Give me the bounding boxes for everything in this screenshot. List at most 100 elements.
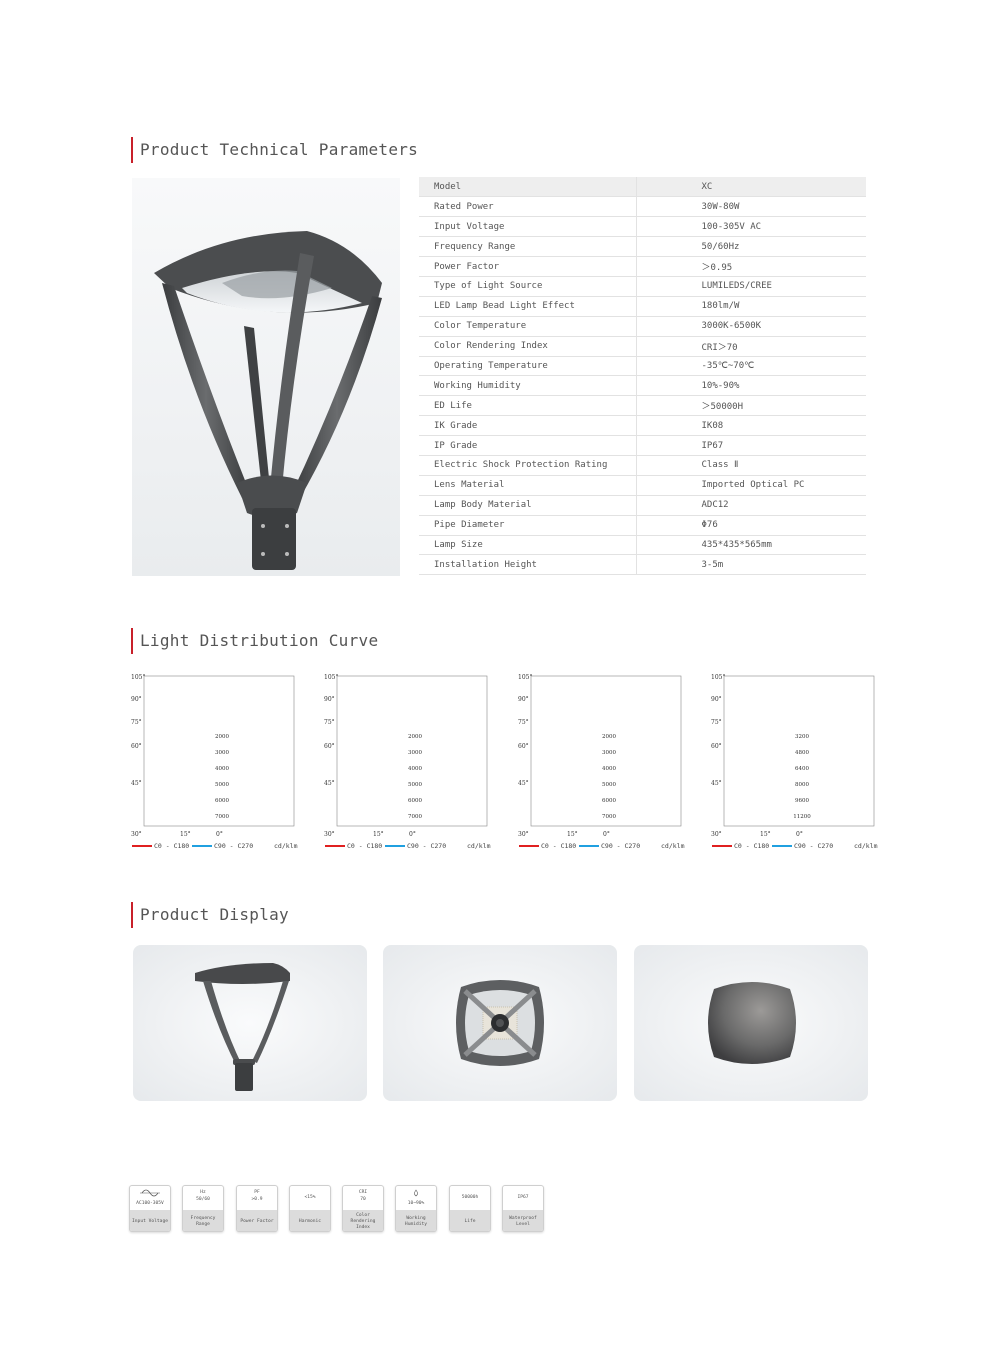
unit-label: cd/klm xyxy=(661,842,685,850)
angle-label: 0° xyxy=(603,831,610,838)
spec-key: Input Voltage xyxy=(419,216,636,238)
radial-tick-label: 7000 xyxy=(408,814,422,820)
feature-badge: PF >0.9 Power Factor xyxy=(236,1185,278,1232)
spec-value: Φ76 xyxy=(635,515,866,536)
angle-label: 60° xyxy=(518,743,529,750)
legend-swatch-c90 xyxy=(579,845,599,847)
feature-value: CRI 70 xyxy=(343,1186,383,1210)
legend-label-c0: C0 - C180 xyxy=(154,842,190,850)
angle-label: 90° xyxy=(711,696,722,703)
feature-value: AC100-305V xyxy=(130,1186,170,1210)
spec-key: Installation Height xyxy=(419,554,636,576)
distribution-curve-2: 2000 3000 4000 5000 6000 7000 105° 90° 75° 60° 45°… xyxy=(323,672,493,857)
feature-value: PF >0.9 xyxy=(237,1186,277,1210)
unit-label: cd/klm xyxy=(854,842,878,850)
angle-label: 75° xyxy=(131,719,142,726)
radial-tick-label: 11200 xyxy=(793,814,811,820)
radial-tick-label: 2000 xyxy=(215,734,229,740)
lamp-bottom-view-image xyxy=(456,980,544,1066)
spec-key: Model xyxy=(419,177,636,198)
spec-value: CRI＞70 xyxy=(635,336,866,357)
spec-row: Pipe Diameter Φ76 xyxy=(419,515,866,536)
spec-key: IK Grade xyxy=(419,415,636,437)
spec-key: LED Lamp Bead Light Effect xyxy=(419,296,636,317)
spec-key: Pipe Diameter xyxy=(419,515,636,536)
angle-label: 45° xyxy=(711,780,722,787)
spec-key: Color Temperature xyxy=(419,316,636,337)
spec-key: Electric Shock Protection Rating xyxy=(419,455,636,476)
radial-tick-label: 6000 xyxy=(408,798,422,804)
spec-row: ED Life ＞50000H xyxy=(419,395,866,417)
spec-value: IP67 xyxy=(635,435,866,456)
spec-key: Rated Power xyxy=(419,196,636,218)
feature-label: Waterproof Level xyxy=(503,1210,543,1231)
radial-tick-label: 4000 xyxy=(408,766,422,772)
legend-swatch-c0 xyxy=(325,845,345,847)
feature-value: IP67 xyxy=(503,1186,543,1210)
angle-label: 90° xyxy=(518,696,529,703)
feature-value-line: <15% xyxy=(304,1195,316,1200)
feature-badge: <15% Harmonic xyxy=(289,1185,331,1232)
spec-key: IP Grade xyxy=(419,435,636,456)
legend-label-c0: C0 - C180 xyxy=(347,842,383,850)
lamp-side-view-image xyxy=(195,963,290,1091)
feature-badge: AC100-305V Input Voltage xyxy=(129,1185,171,1232)
spec-row: Type of Light Source LUMILEDS/CREE xyxy=(419,276,866,297)
spec-value: ＞0.95 xyxy=(635,256,866,277)
chart-legend: C0 - C180 C90 - C270 cd/klm xyxy=(323,842,493,855)
radial-tick-label: 3000 xyxy=(602,750,616,756)
radial-tick-label: 6000 xyxy=(215,798,229,804)
radial-tick-label: 7000 xyxy=(215,814,229,820)
product-image xyxy=(132,178,400,576)
spec-row: IK Grade IK08 xyxy=(419,415,866,437)
feature-label: Life xyxy=(450,1210,490,1231)
legend-label-c90: C90 - C270 xyxy=(407,842,447,850)
polar-chart-svg: 2000 3000 4000 5000 6000 7000 105° 90° 75° 60° 45°… xyxy=(518,674,682,838)
spec-key: Lamp Body Material xyxy=(419,495,636,516)
polar-chart-svg: 2000 3000 4000 5000 6000 7000 105° 90° 75° 60° 45°… xyxy=(131,674,295,838)
spec-value: 10%-90% xyxy=(635,375,866,397)
angle-label: 45° xyxy=(131,780,142,787)
legend-swatch-c90 xyxy=(772,845,792,847)
feature-badge: CRI 70 Color Rendering Index xyxy=(342,1185,384,1232)
feature-value-line: CRI xyxy=(358,1190,368,1195)
street-lamp-illustration xyxy=(154,231,382,570)
angle-label: 15° xyxy=(760,831,771,838)
spec-key: Type of Light Source xyxy=(419,276,636,297)
feature-badge: 50000h Life xyxy=(449,1185,491,1232)
spec-value: 180lm/W xyxy=(635,296,866,317)
feature-label: Working Humidity xyxy=(396,1210,436,1231)
distribution-curve-1: 2000 3000 4000 5000 6000 7000 105° 90° 75° 60° 45°… xyxy=(130,672,300,857)
spec-row: Installation Height 3-5m xyxy=(419,554,866,576)
unit-label: cd/klm xyxy=(467,842,491,850)
angle-label: 30° xyxy=(518,831,529,838)
spec-row: LED Lamp Bead Light Effect 180lm/W xyxy=(419,296,866,317)
legend-label-c0: C0 - C180 xyxy=(734,842,770,850)
angle-label: 15° xyxy=(180,831,191,838)
spec-key: ED Life xyxy=(419,395,636,417)
chart-legend: C0 - C180 C90 - C270 cd/klm xyxy=(517,842,687,855)
display-card-bottom xyxy=(383,945,617,1101)
feature-value-line: 10~90% xyxy=(407,1201,425,1206)
angle-label: 75° xyxy=(711,719,722,726)
feature-badge: Hz 50/60 Frequency Range xyxy=(182,1185,224,1232)
legend-label-c90: C90 - C270 xyxy=(214,842,254,850)
feature-label: Harmonic xyxy=(290,1210,330,1231)
display-card-side xyxy=(133,945,367,1101)
spec-value: 3000K-6500K xyxy=(635,316,866,337)
chart-legend: C0 - C180 C90 - C270 cd/klm xyxy=(130,842,300,855)
sine-wave-icon xyxy=(140,1189,160,1197)
section-title-params: Product Technical Parameters xyxy=(131,137,418,163)
radial-tick-label: 3000 xyxy=(215,750,229,756)
spec-value: LUMILEDS/CREE xyxy=(635,276,866,297)
legend-swatch-c90 xyxy=(192,845,212,847)
feature-value-line: IP67 xyxy=(517,1195,529,1200)
unit-label: cd/klm xyxy=(274,842,298,850)
spec-value: XC xyxy=(635,177,866,198)
spec-row: Input Voltage 100-305V AC xyxy=(419,216,866,238)
legend-swatch-c0 xyxy=(519,845,539,847)
legend-label-c90: C90 - C270 xyxy=(601,842,641,850)
radial-tick-label: 7000 xyxy=(602,814,616,820)
spec-row: Operating Temperature -35℃~70℃ xyxy=(419,356,866,377)
spec-key: Lamp Size xyxy=(419,535,636,556)
